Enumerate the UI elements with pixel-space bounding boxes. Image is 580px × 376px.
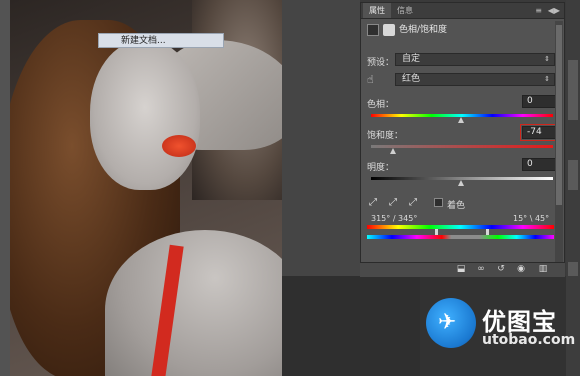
channel-select[interactable]: 红色 ⇕	[395, 73, 555, 86]
panel-collapse-icon[interactable]: ◀▶	[548, 3, 560, 18]
workspace-lower-left	[282, 276, 420, 376]
select-arrow-icon: ⇕	[544, 55, 550, 63]
saturation-slider-thumb[interactable]	[390, 148, 396, 154]
hue-label: 色相：	[367, 100, 395, 110]
canvas-photo[interactable]: 新建文档...	[10, 0, 282, 376]
adjustment-title: 色相/饱和度	[399, 25, 448, 35]
eyedropper-minus-icon[interactable]: ⤢	[407, 197, 419, 209]
properties-panel: 属性 信息 ≡ ◀▶ 色相/饱和度 预设： 自定 ⇕ ☝ 红色 ⇕ 色相： 0 …	[360, 2, 565, 274]
lightness-label: 明度：	[367, 163, 395, 173]
dock-strip	[568, 160, 578, 190]
dock-strip	[568, 60, 578, 120]
tab-info[interactable]: 信息	[391, 3, 419, 18]
scroll-thumb[interactable]	[556, 25, 562, 205]
select-arrow-icon: ⇕	[544, 75, 550, 83]
reset-icon[interactable]: ↺	[495, 264, 507, 275]
right-dock	[566, 0, 580, 376]
range-right-label: 15° \ 45°	[513, 214, 550, 223]
lightness-slider-thumb[interactable]	[458, 180, 464, 186]
logo-bird-icon: ✈	[426, 298, 476, 348]
dock-strip	[568, 262, 578, 276]
channel-value: 红色	[402, 74, 421, 84]
eyedropper-icon[interactable]: ⤢	[367, 197, 379, 209]
preset-select[interactable]: 自定 ⇕	[395, 53, 555, 66]
tab-properties[interactable]: 属性	[363, 3, 391, 18]
bird-icon: ✈	[438, 310, 457, 335]
adjustment-layer-icon[interactable]	[367, 24, 379, 36]
saturation-label: 饱和度：	[367, 131, 404, 141]
trash-icon[interactable]: ▥	[537, 264, 549, 275]
saturation-field[interactable]: -74	[520, 124, 558, 141]
face	[90, 40, 200, 190]
layer-mask-icon[interactable]	[383, 24, 395, 36]
range-left-label: 315° / 345°	[371, 214, 418, 223]
panel-menu-icon[interactable]: ≡	[535, 3, 542, 18]
lightness-field[interactable]: 0	[522, 158, 556, 171]
clip-to-layer-icon[interactable]: ⬓	[455, 264, 467, 275]
preset-label: 预设：	[367, 58, 395, 68]
logo-url: utobao.com	[482, 332, 576, 348]
colorize-label: 着色	[447, 201, 466, 211]
left-toolbar-strip	[0, 0, 10, 376]
colorize-checkbox[interactable]	[434, 198, 443, 207]
context-menu-new-document[interactable]: 新建文档...	[98, 33, 224, 48]
color-spectrum-top	[367, 225, 554, 229]
hue-field[interactable]: 0	[522, 95, 556, 108]
lips	[162, 135, 196, 157]
color-spectrum-bottom	[367, 235, 554, 239]
preset-value: 自定	[402, 54, 421, 64]
eyedropper-plus-icon[interactable]: ⤢	[387, 197, 399, 209]
hand-icon[interactable]: ☝	[367, 73, 374, 86]
panel-tabbar: 属性 信息 ≡ ◀▶	[361, 3, 564, 19]
eye-icon[interactable]: ◉	[515, 264, 527, 275]
panel-footer: ⬓ ∞ ↺ ◉ ▥	[360, 262, 565, 277]
panel-scrollbar[interactable]	[555, 21, 563, 263]
hue-slider-thumb[interactable]	[458, 117, 464, 123]
saturation-slider-track[interactable]	[371, 145, 553, 148]
link-icon[interactable]: ∞	[475, 264, 487, 275]
